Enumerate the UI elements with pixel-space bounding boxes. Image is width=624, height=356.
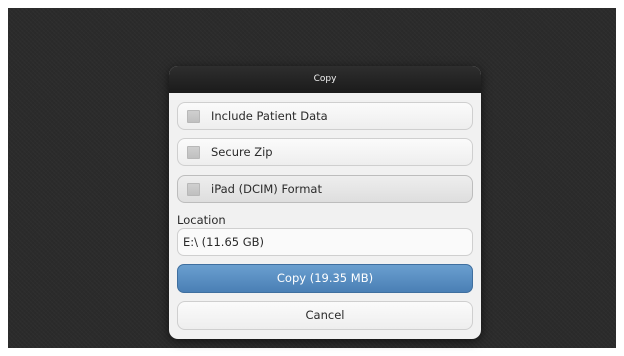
ipad-dcim-format-label: iPad (DCIM) Format (211, 182, 322, 196)
cancel-button[interactable]: Cancel (177, 301, 473, 330)
ipad-dcim-format-checkbox[interactable] (187, 182, 200, 196)
include-patient-data-checkbox[interactable] (187, 109, 200, 123)
secure-zip-checkbox[interactable] (187, 145, 200, 159)
copy-dialog: Copy Include Patient Data Secure Zip iPa… (169, 66, 481, 339)
include-patient-data-option[interactable]: Include Patient Data (177, 102, 473, 130)
copy-button[interactable]: Copy (19.35 MB) (177, 264, 473, 293)
location-field[interactable]: E:\ (11.65 GB) (177, 228, 473, 256)
location-label: Location (177, 213, 226, 227)
ipad-dcim-format-option[interactable]: iPad (DCIM) Format (177, 175, 473, 203)
dialog-title: Copy (169, 66, 481, 93)
secure-zip-option[interactable]: Secure Zip (177, 138, 473, 166)
app-background: Copy Include Patient Data Secure Zip iPa… (8, 8, 616, 348)
include-patient-data-label: Include Patient Data (211, 109, 328, 123)
secure-zip-label: Secure Zip (211, 145, 273, 159)
